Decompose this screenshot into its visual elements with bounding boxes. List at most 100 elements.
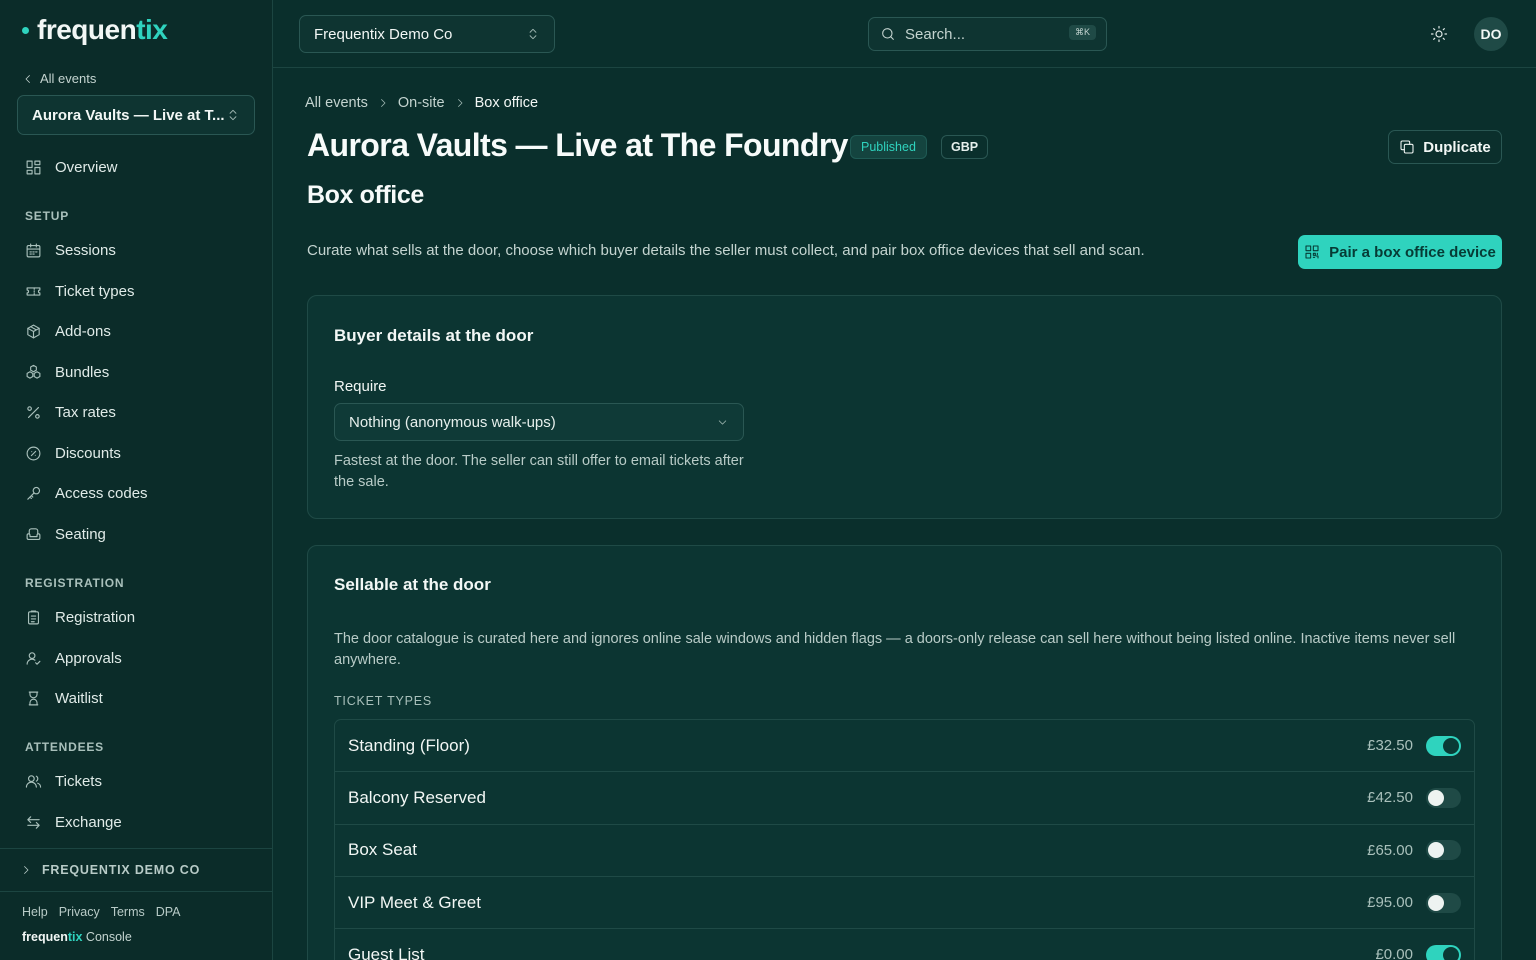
ticket-toggle[interactable] xyxy=(1426,735,1461,756)
organisation-select-label: Frequentix Demo Co xyxy=(314,25,453,43)
ticket-row: Standing (Floor) £32.50 xyxy=(335,720,1474,773)
boxes-icon xyxy=(26,364,41,379)
sidebar-item-waitlist[interactable]: Waitlist xyxy=(25,686,103,710)
event-picker[interactable]: Aurora Vaults — Live at T... xyxy=(17,95,255,135)
toggle-knob xyxy=(1443,946,1459,960)
ticket-controls: £0.00 xyxy=(1375,944,1461,960)
ticket-row: VIP Meet & Greet £95.00 xyxy=(335,877,1474,930)
sun-icon xyxy=(1430,25,1448,43)
sidebar-item-tickets[interactable]: Tickets xyxy=(25,769,102,793)
sidebar-item-label: Sessions xyxy=(55,241,116,259)
sidebar-item-label: Approvals xyxy=(55,649,122,667)
ticket-row: Guest List £0.00 xyxy=(335,929,1474,960)
duplicate-button[interactable]: Duplicate xyxy=(1388,130,1502,164)
breadcrumb-all-events[interactable]: All events xyxy=(305,95,368,111)
sidebar-item-overview[interactable]: Overview xyxy=(25,155,118,179)
discount-badge-icon xyxy=(26,446,41,460)
organisation-select[interactable]: Frequentix Demo Co xyxy=(299,15,555,53)
logo-dot xyxy=(22,26,29,34)
chevron-left-icon xyxy=(25,74,30,83)
sidebar-item-registration[interactable]: Registration xyxy=(25,605,135,629)
footer-link-terms[interactable]: Terms xyxy=(111,905,145,919)
ticket-price: £95.00 xyxy=(1367,894,1413,912)
sidebar-item-sessions[interactable]: Sessions xyxy=(25,238,116,262)
toggle-knob xyxy=(1428,894,1444,911)
topbar: Frequentix Demo Co Search... ⌘K DO xyxy=(273,0,1536,68)
ticket-controls: £42.50 xyxy=(1367,787,1461,808)
footer-link-help[interactable]: Help xyxy=(22,905,48,919)
nav-section-attendees: ATTENDEES xyxy=(25,740,104,754)
require-select-value: Nothing (anonymous walk-ups) xyxy=(349,413,556,431)
ticket-controls: £32.50 xyxy=(1367,735,1461,756)
breadcrumb-current: Box office xyxy=(474,95,539,111)
ticket-icon xyxy=(26,286,41,296)
sidebar: frequentix All events Aurora Vaults — Li… xyxy=(0,0,273,960)
sidebar-item-label: Discounts xyxy=(55,444,121,462)
sidebar-item-seating[interactable]: Seating xyxy=(25,522,106,546)
ticket-toggle[interactable] xyxy=(1426,892,1461,913)
sidebar-item-label: Seating xyxy=(55,525,106,543)
sidebar-item-label: Ticket types xyxy=(55,282,135,300)
require-select[interactable]: Nothing (anonymous walk-ups) xyxy=(334,403,744,441)
nav-section-setup: SETUP xyxy=(25,209,70,223)
sidebar-item-label: Bundles xyxy=(55,363,110,381)
organisation-toggle[interactable]: FREQUENTIX DEMO CO xyxy=(0,848,272,892)
sidebar-item-ticket-types[interactable]: Ticket types xyxy=(25,279,134,303)
sidebar-item-approvals[interactable]: Approvals xyxy=(25,646,122,670)
percent-icon xyxy=(27,405,40,419)
ticket-name: VIP Meet & Greet xyxy=(348,892,481,912)
sidebar-item-tax-rates[interactable]: Tax rates xyxy=(25,400,116,424)
ticket-price: £42.50 xyxy=(1367,789,1413,807)
organisation-label: FREQUENTIX DEMO CO xyxy=(42,863,201,877)
sidebar-item-add-ons[interactable]: Add-ons xyxy=(25,319,111,343)
ticket-row: Balcony Reserved £42.50 xyxy=(335,772,1474,825)
footer-link-dpa[interactable]: DPA xyxy=(156,905,181,919)
theme-toggle-button[interactable] xyxy=(1430,25,1448,43)
dashboard-icon xyxy=(26,160,41,174)
clipboard-icon xyxy=(27,610,40,624)
currency-badge: GBP xyxy=(941,135,989,159)
chevron-right-icon xyxy=(380,99,386,107)
armchair-icon xyxy=(26,527,41,540)
ticket-controls: £95.00 xyxy=(1367,892,1461,913)
key-icon xyxy=(27,486,41,500)
card-title: Buyer details at the door xyxy=(334,326,534,345)
breadcrumb-on-site[interactable]: On-site xyxy=(398,95,445,111)
sidebar-item-discounts[interactable]: Discounts xyxy=(25,441,121,465)
sidebar-item-access-codes[interactable]: Access codes xyxy=(25,481,148,505)
arrows-exchange-icon xyxy=(27,815,40,829)
footer-link-privacy[interactable]: Privacy xyxy=(59,905,100,919)
event-picker-label: Aurora Vaults — Live at T... xyxy=(32,106,225,124)
buyer-details-card: Buyer details at the door Require Nothin… xyxy=(307,295,1502,519)
user-avatar[interactable]: DO xyxy=(1474,17,1508,51)
status-badge: Published xyxy=(850,135,927,159)
chevron-right-icon xyxy=(24,866,29,874)
package-icon xyxy=(27,324,40,338)
ticket-toggle[interactable] xyxy=(1426,944,1461,960)
sidebar-item-label: Access codes xyxy=(55,484,148,502)
nav-section-registration: REGISTRATION xyxy=(25,576,125,590)
search-input[interactable]: Search... ⌘K xyxy=(868,17,1107,51)
section-title: Box office xyxy=(307,181,424,209)
user-check-icon xyxy=(26,651,41,665)
toggle-knob xyxy=(1428,842,1444,859)
chevron-right-icon xyxy=(457,99,463,107)
pair-device-button[interactable]: Pair a box office device xyxy=(1298,235,1502,269)
ticket-row: Box Seat £65.00 xyxy=(335,825,1474,877)
footer-brand: frequentix Console xyxy=(22,930,132,944)
ticket-price: £32.50 xyxy=(1367,737,1413,755)
sidebar-item-exchange[interactable]: Exchange xyxy=(25,810,122,834)
back-to-all-events[interactable]: All events xyxy=(22,71,96,86)
toggle-knob xyxy=(1443,737,1459,754)
require-label: Require xyxy=(334,378,387,395)
brand-logo[interactable]: frequentix xyxy=(22,14,168,46)
ticket-name: Balcony Reserved xyxy=(348,787,486,807)
ticket-price: £65.00 xyxy=(1367,841,1413,859)
back-label: All events xyxy=(40,71,97,86)
ticket-toggle[interactable] xyxy=(1426,840,1461,861)
require-helper-text: Fastest at the door. The seller can stil… xyxy=(334,453,744,490)
sidebar-item-label: Registration xyxy=(55,608,136,626)
ticket-toggle[interactable] xyxy=(1426,787,1461,808)
ticket-name: Standing (Floor) xyxy=(348,735,470,755)
sidebar-item-bundles[interactable]: Bundles xyxy=(25,360,109,384)
